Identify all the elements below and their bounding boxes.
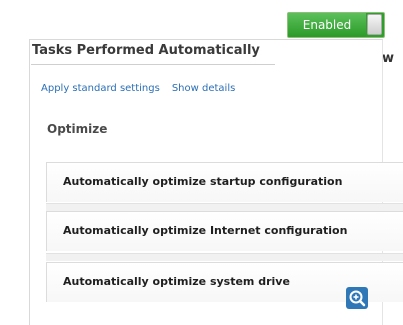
- cutoff-text: w: [382, 51, 395, 66]
- enabled-toggle[interactable]: Enabled: [287, 12, 385, 38]
- zoom-in-icon: [349, 290, 366, 307]
- show-details-link[interactable]: Show details: [172, 83, 235, 94]
- list-item-label: Automatically optimize Internet configur…: [63, 224, 348, 237]
- toggle-label: Enabled: [288, 13, 366, 37]
- title-divider: [31, 64, 275, 65]
- row-separator: [46, 253, 403, 261]
- panel-title: Tasks Performed Automatically: [32, 43, 260, 58]
- list-item[interactable]: Automatically optimize Internet configur…: [46, 211, 403, 251]
- list-item[interactable]: Automatically optimize startup configura…: [46, 162, 403, 202]
- list-item-label: Automatically optimize startup configura…: [63, 175, 343, 188]
- list-item-label: Automatically optimize system drive: [63, 275, 290, 288]
- optimize-heading: Optimize: [47, 122, 108, 136]
- zoom-in-button[interactable]: [346, 287, 368, 309]
- row-separator: [46, 203, 403, 211]
- apply-standard-settings-link[interactable]: Apply standard settings: [41, 83, 160, 94]
- toggle-knob[interactable]: [367, 14, 382, 35]
- settings-links: Apply standard settings Show details: [41, 83, 235, 94]
